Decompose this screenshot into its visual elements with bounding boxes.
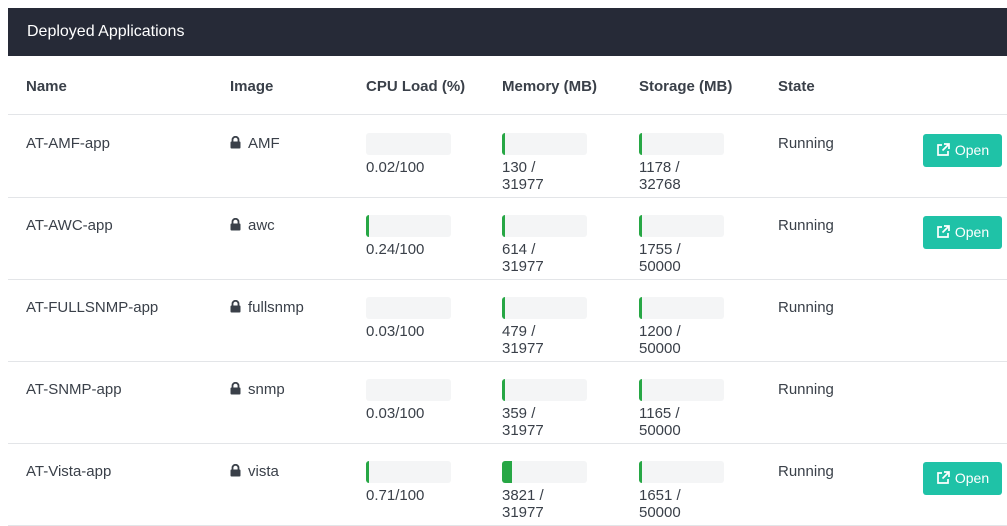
external-link-icon xyxy=(936,224,955,240)
storage-bar-fill xyxy=(639,297,642,319)
memory-bar xyxy=(502,133,587,155)
storage-bar xyxy=(639,461,724,483)
cpu-load-value: 0.71/100 xyxy=(366,487,425,504)
app-image: awc xyxy=(230,217,275,235)
storage-bar-fill xyxy=(639,215,642,237)
cpu-load-bar-fill xyxy=(366,215,369,237)
storage-value: 1200 / 50000 xyxy=(639,323,681,357)
column-header-storage: Storage (MB) xyxy=(639,78,733,95)
memory-bar-fill xyxy=(502,133,505,155)
memory-value: 614 / 31977 xyxy=(502,241,544,275)
table-row: AT-AMF-app AMF 0.02/100 130 / 31977 1178… xyxy=(8,115,1007,198)
app-image-name: snmp xyxy=(248,381,285,398)
app-name: AT-Vista-app xyxy=(26,463,112,480)
memory-bar xyxy=(502,215,587,237)
cpu-load-value: 0.24/100 xyxy=(366,241,425,258)
storage-bar xyxy=(639,379,724,401)
app-state: Running xyxy=(778,135,834,152)
memory-bar xyxy=(502,379,587,401)
app-image: vista xyxy=(230,463,279,481)
memory-bar-fill xyxy=(502,379,505,401)
storage-bar-fill xyxy=(639,133,643,155)
open-app-button[interactable]: Open xyxy=(923,216,1002,249)
app-image-name: fullsnmp xyxy=(248,299,304,316)
open-app-button[interactable]: Open xyxy=(923,134,1002,167)
table-row: AT-SNMP-app snmp 0.03/100 359 / 31977 11… xyxy=(8,361,1007,444)
storage-bar xyxy=(639,215,724,237)
column-header-state: State xyxy=(778,78,815,95)
open-app-button[interactable]: Open xyxy=(923,462,1002,495)
storage-bar xyxy=(639,297,724,319)
app-image: snmp xyxy=(230,381,285,399)
external-link-icon xyxy=(936,470,955,486)
cpu-load-bar xyxy=(366,133,451,155)
memory-bar-fill xyxy=(502,215,505,237)
cpu-load-bar xyxy=(366,297,451,319)
storage-value: 1755 / 50000 xyxy=(639,241,681,275)
storage-value: 1165 / 50000 xyxy=(639,405,681,439)
app-image-name: AMF xyxy=(248,135,280,152)
storage-bar xyxy=(639,133,724,155)
open-button-label: Open xyxy=(954,224,990,240)
storage-bar-fill xyxy=(639,379,642,401)
cpu-load-bar xyxy=(366,461,451,483)
deployed-applications-panel: Deployed Applications Name Image CPU Loa… xyxy=(8,8,1007,526)
app-name: AT-AMF-app xyxy=(26,135,110,152)
lock-icon xyxy=(230,299,241,317)
table-header: Name Image CPU Load (%) Memory (MB) Stor… xyxy=(8,64,1007,115)
memory-bar xyxy=(502,461,587,483)
app-state: Running xyxy=(778,381,834,398)
storage-value: 1178 / 32768 xyxy=(639,159,681,193)
app-state: Running xyxy=(778,299,834,316)
table-row: AT-AWC-app awc 0.24/100 614 / 31977 1755… xyxy=(8,197,1007,280)
memory-bar xyxy=(502,297,587,319)
cpu-load-value: 0.02/100 xyxy=(366,159,425,176)
memory-value: 130 / 31977 xyxy=(502,159,544,193)
memory-value: 3821 / 31977 xyxy=(502,487,544,521)
column-header-image: Image xyxy=(230,78,274,95)
app-image: fullsnmp xyxy=(230,299,304,317)
open-button-label: Open xyxy=(954,142,990,158)
cpu-load-value: 0.03/100 xyxy=(366,323,425,340)
app-image-name: awc xyxy=(248,217,275,234)
app-name: AT-SNMP-app xyxy=(26,381,122,398)
lock-icon xyxy=(230,135,241,153)
cpu-load-bar-fill xyxy=(366,461,369,483)
memory-value: 479 / 31977 xyxy=(502,323,544,357)
panel-title: Deployed Applications xyxy=(8,8,1007,56)
app-image: AMF xyxy=(230,135,280,153)
column-header-cpu: CPU Load (%) xyxy=(366,78,466,95)
memory-bar-fill xyxy=(502,297,505,319)
cpu-load-bar xyxy=(366,215,451,237)
storage-bar-fill xyxy=(639,461,642,483)
open-button-label: Open xyxy=(954,470,990,486)
app-image-name: vista xyxy=(248,463,279,480)
lock-icon xyxy=(230,217,241,235)
storage-value: 1651 / 50000 xyxy=(639,487,681,521)
table-row: AT-Vista-app vista 0.71/100 3821 / 31977… xyxy=(8,443,1007,526)
app-state: Running xyxy=(778,217,834,234)
column-header-memory: Memory (MB) xyxy=(502,78,598,95)
app-name: AT-FULLSNMP-app xyxy=(26,299,159,316)
table-row: AT-FULLSNMP-app fullsnmp 0.03/100 479 / … xyxy=(8,279,1007,362)
app-name: AT-AWC-app xyxy=(26,217,113,234)
cpu-load-value: 0.03/100 xyxy=(366,405,425,422)
lock-icon xyxy=(230,381,241,399)
memory-value: 359 / 31977 xyxy=(502,405,544,439)
column-header-name: Name xyxy=(26,78,67,95)
memory-bar-fill xyxy=(502,461,513,483)
lock-icon xyxy=(230,463,241,481)
app-state: Running xyxy=(778,463,834,480)
cpu-load-bar xyxy=(366,379,451,401)
external-link-icon xyxy=(936,142,955,158)
